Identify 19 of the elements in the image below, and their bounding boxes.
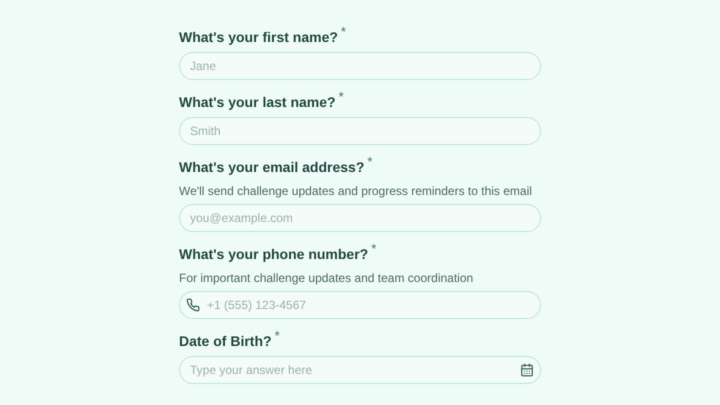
- input-field[interactable]: Jane: [179, 52, 541, 80]
- required-mark: *: [340, 25, 346, 38]
- required-mark: *: [367, 155, 372, 168]
- phone-field[interactable]: +1 (555) 123-4567: [179, 291, 541, 319]
- hint-text: For important challenge updates and team coordination: [179, 270, 474, 286]
- required-mark: *: [371, 242, 376, 255]
- required-mark: *: [274, 329, 280, 342]
- hint-text: We'll send challenge updates and progress reminders to this email: [179, 183, 533, 199]
- question-label: What's your phone number?: [179, 245, 368, 264]
- question-label: What's your email address?: [179, 158, 364, 177]
- question-label: What's your first name?: [179, 28, 338, 47]
- calendar-icon[interactable]: [520, 363, 534, 377]
- required-mark: *: [338, 90, 344, 103]
- input-field[interactable]: you@example.com: [179, 204, 541, 232]
- phone-icon: [186, 298, 200, 312]
- question-label: What's your last name?: [179, 93, 336, 112]
- date-field[interactable]: Type your answer here: [179, 356, 541, 384]
- question-label: Date of Birth?: [179, 332, 272, 351]
- input-field[interactable]: Smith: [179, 117, 541, 145]
